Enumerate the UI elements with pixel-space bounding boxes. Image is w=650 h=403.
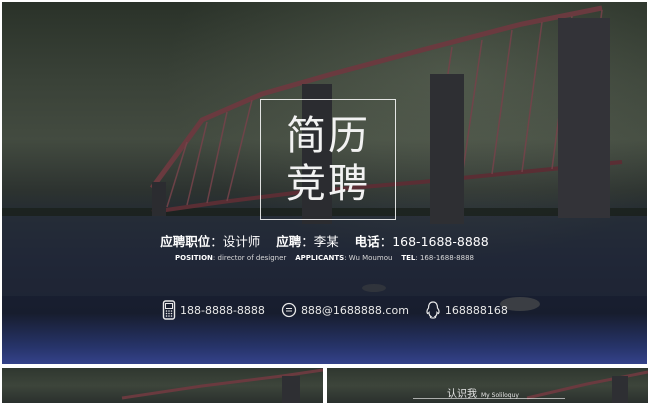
qq-penguin-icon: [426, 301, 440, 319]
en-tel-label: TEL: [401, 254, 416, 262]
contact-qq: 168888168: [425, 301, 508, 319]
phone-label: 电话: [354, 234, 380, 249]
mobile-number: 188-8888-8888: [180, 303, 265, 317]
info-english: POSITION: director of designer APPLICANT…: [175, 254, 474, 262]
contact-mobile: 188-8888-8888: [162, 300, 265, 320]
email-address: 888@1688888.com: [300, 303, 409, 317]
phone-value: 168-1688-8888: [392, 234, 489, 249]
title-frame: 简历 竞聘: [260, 99, 396, 220]
message-bubble-icon: [281, 302, 297, 318]
qq-number: 168888168: [444, 303, 508, 317]
en-applicants-value: Wu Moumou: [348, 254, 393, 262]
position-value: 设计师: [222, 234, 261, 249]
slide-thumbnail-2[interactable]: 认识我 My Soliloquy: [327, 368, 648, 403]
info-chinese: 应聘职位：设计师 应聘：李某 电话：168-1688-8888: [160, 234, 489, 249]
contact-email: 888@1688888.com: [281, 302, 409, 318]
mobile-phone-icon: [162, 300, 176, 320]
thumbnail-divider: [413, 398, 565, 399]
applicant-value: 李某: [313, 234, 339, 249]
position-label: 应聘职位: [160, 234, 211, 249]
contact-row: 188-8888-8888 888@1688888.com 168888168: [162, 298, 508, 322]
slide-thumbnail-1[interactable]: [2, 368, 323, 403]
en-position-label: POSITION: [175, 254, 213, 262]
title-line-2: 竞聘: [286, 160, 370, 207]
en-position-value: director of designer: [217, 254, 287, 262]
main-slide[interactable]: 简历 竞聘 应聘职位：设计师 应聘：李某 电话：168-1688-8888 PO…: [2, 2, 647, 364]
en-applicants-label: APPLICANTS: [295, 254, 345, 262]
title-line-1: 简历: [286, 112, 370, 159]
en-tel-value: 168-1688-8888: [419, 254, 474, 262]
thumbnail-bridge-art: [121, 368, 323, 403]
applicant-label: 应聘: [276, 234, 302, 249]
